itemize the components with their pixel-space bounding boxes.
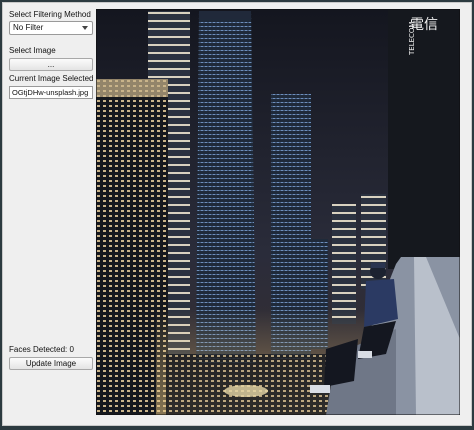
telecom-sign: TELECOM bbox=[408, 22, 416, 56]
building-right bbox=[388, 9, 460, 269]
current-image-label: Current Image Selected bbox=[9, 74, 94, 83]
filter-method-value: No Filter bbox=[13, 23, 44, 32]
control-sidebar: Select Filtering Method No Filter Select… bbox=[3, 3, 95, 425]
filter-method-select[interactable]: No Filter bbox=[9, 21, 93, 35]
image-preview: 電信 TELECOM bbox=[96, 9, 460, 415]
select-image-label: Select Image bbox=[9, 46, 56, 55]
app-window: Select Filtering Method No Filter Select… bbox=[2, 2, 472, 426]
update-image-button[interactable]: Update Image bbox=[9, 357, 93, 370]
chevron-down-icon bbox=[82, 26, 88, 30]
faces-detected-label: Faces Detected: 0 bbox=[9, 345, 74, 354]
filter-method-label: Select Filtering Method bbox=[9, 10, 91, 19]
tower-small-1 bbox=[332, 204, 356, 324]
city-night-photo: 電信 TELECOM bbox=[96, 9, 460, 415]
current-image-field: OGtjDHw-unsplash.jpg bbox=[9, 86, 93, 99]
browse-image-button[interactable]: ... bbox=[9, 58, 93, 71]
